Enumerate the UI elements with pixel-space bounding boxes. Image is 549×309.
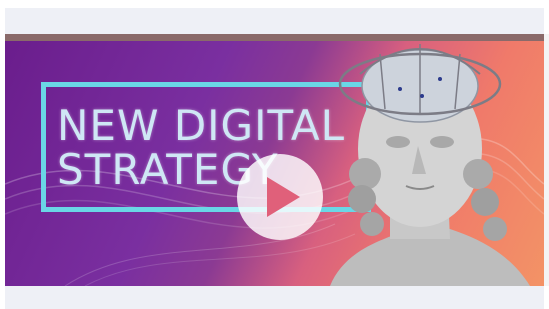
top-strip (5, 8, 544, 34)
play-icon (267, 177, 300, 217)
bottom-strip (5, 286, 544, 309)
statue-image (330, 44, 530, 286)
video-player[interactable]: NEW DIGITAL STRATEGY (5, 34, 544, 286)
play-button[interactable] (237, 154, 323, 240)
right-edge (544, 34, 549, 286)
